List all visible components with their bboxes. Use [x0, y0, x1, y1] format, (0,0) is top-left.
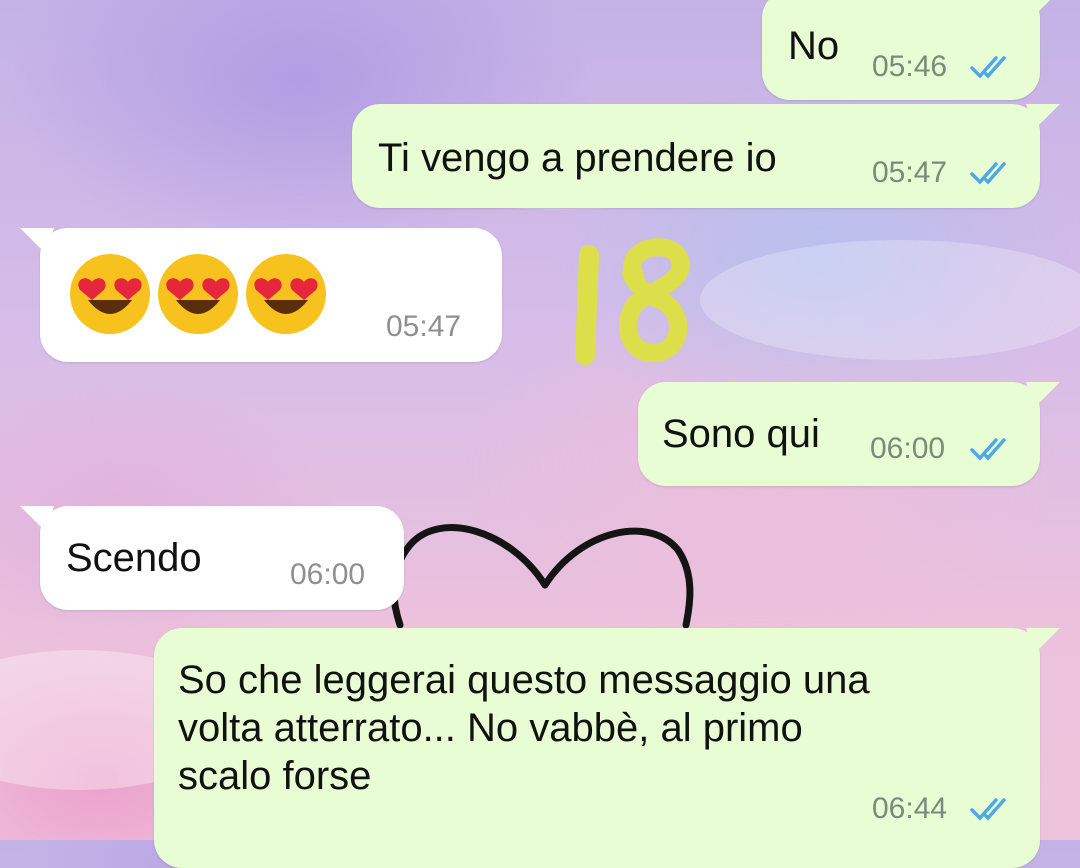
- double-check-icon: [970, 162, 1006, 185]
- message-time: 06:00: [290, 558, 366, 591]
- message-text: So che leggerai questo messaggio una vol…: [178, 658, 870, 798]
- bubble-tail: [1026, 628, 1060, 654]
- message-outgoing[interactable]: So che leggerai questo messaggio una vol…: [154, 628, 1060, 868]
- heart-eyes-emoji-icon: [70, 254, 150, 334]
- handwritten-18-overlay: [575, 238, 690, 365]
- message-time: 06:00: [870, 432, 946, 465]
- message-time: 05:47: [386, 310, 462, 343]
- message-time: 05:47: [872, 156, 948, 189]
- heart-eyes-emoji-icon: [158, 254, 238, 334]
- double-check-icon: [970, 56, 1006, 79]
- message-outgoing[interactable]: Ti vengo a prendere io 05:47: [352, 104, 1060, 208]
- bubble-tail: [20, 506, 54, 532]
- message-incoming[interactable]: Scendo 06:00: [20, 506, 404, 610]
- message-time: 05:46: [872, 50, 948, 83]
- bubble-tail: [20, 228, 54, 254]
- bubble-tail: [1026, 104, 1060, 130]
- message-text: No: [788, 24, 840, 68]
- bubble-tail: [1029, 0, 1050, 16]
- heart-outline-icon: [390, 524, 694, 629]
- heart-eyes-emoji-icon: [246, 254, 326, 334]
- message-incoming[interactable]: 05:47: [20, 228, 502, 362]
- message-text: Sono qui: [662, 412, 820, 456]
- message-time: 06:44: [872, 792, 948, 825]
- message-text: Ti vengo a prendere io: [378, 136, 777, 180]
- message-outgoing[interactable]: No 05:46: [762, 0, 1050, 100]
- bubble-tail: [1026, 382, 1060, 408]
- double-check-icon: [970, 438, 1006, 461]
- message-text: Scendo: [66, 536, 202, 580]
- message-outgoing[interactable]: Sono qui 06:00: [638, 382, 1060, 486]
- double-check-icon: [970, 798, 1006, 821]
